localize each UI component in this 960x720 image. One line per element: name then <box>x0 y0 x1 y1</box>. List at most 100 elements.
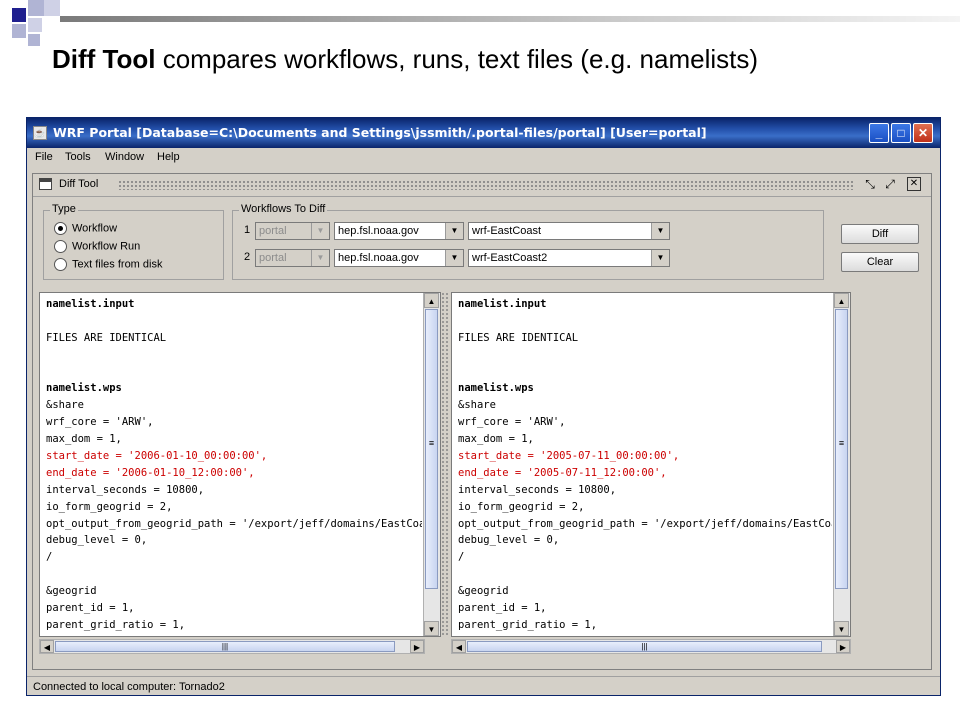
scroll-thumb[interactable]: ≡ <box>425 309 438 589</box>
code-line: &geogrid <box>46 585 97 598</box>
close-frame-icon[interactable]: ✕ <box>907 177 921 191</box>
code-line: i_parent_start = 1, <box>458 634 832 637</box>
radio-workflow-label: Workflow <box>72 222 118 235</box>
left-code-text[interactable]: namelist.input FILES ARE IDENTICAL namel… <box>46 296 422 637</box>
h-scroll-thumb[interactable]: ||| <box>55 641 395 652</box>
left-vertical-scrollbar[interactable]: ▲ ≡ ▼ <box>423 293 440 636</box>
scroll-down-icon[interactable]: ▼ <box>834 621 849 636</box>
status-text: Connected to local computer: Tornado2 <box>33 681 225 693</box>
database-value: portal <box>259 252 287 264</box>
code-line: end_date = '2005-07-11_12:00:00', <box>458 466 667 479</box>
radio-text-files-label: Text files from disk <box>72 258 163 271</box>
code-line: FILES ARE IDENTICAL <box>458 331 579 344</box>
row-number: 1 <box>244 224 251 236</box>
radio-workflow-run-label: Workflow Run <box>72 240 141 253</box>
menu-bar: File Tools Window Help <box>27 148 940 168</box>
app-window: ☕ WRF Portal [Database=C:\Documents and … <box>26 117 941 696</box>
host-combo-2[interactable]: hep.fsl.noaa.gov ▼ <box>334 249 464 267</box>
menu-tools[interactable]: Tools <box>65 151 91 163</box>
chevron-down-icon[interactable]: ▼ <box>651 250 669 266</box>
code-line: / <box>46 551 53 564</box>
radio-workflow-run[interactable]: Workflow Run <box>54 240 140 256</box>
diff-tool-titlebar[interactable]: Diff Tool ⤡ ⤢ ✕ <box>33 174 931 197</box>
chevron-down-icon[interactable]: ▼ <box>445 223 463 239</box>
scroll-down-icon[interactable]: ▼ <box>424 621 439 636</box>
code-line: namelist.input <box>46 298 135 310</box>
workflows-group-label: Workflows To Diff <box>239 203 328 215</box>
code-line: debug_level = 0, <box>46 534 148 547</box>
scroll-right-icon[interactable]: ▶ <box>836 640 850 653</box>
iconify-icon[interactable]: ⤡ <box>863 177 877 191</box>
radio-selected-icon[interactable] <box>54 222 67 235</box>
pane-splitter[interactable] <box>441 292 449 637</box>
host-combo-1[interactable]: hep.fsl.noaa.gov ▼ <box>334 222 464 240</box>
code-line: i_parent_start = 1, <box>46 634 422 637</box>
code-line: io_form_geogrid = 2, <box>46 500 173 513</box>
workflow-combo-1[interactable]: wrf-EastCoast ▼ <box>468 222 670 240</box>
h-scroll-thumb[interactable]: ||| <box>467 641 822 652</box>
code-line: parent_grid_ratio = 1, <box>46 618 186 631</box>
host-value: hep.fsl.noaa.gov <box>338 252 419 264</box>
code-line: end_date = '2006-01-10_12:00:00', <box>46 466 255 479</box>
scroll-left-icon[interactable]: ◀ <box>452 640 466 653</box>
code-line: parent_grid_ratio = 1, <box>458 618 598 631</box>
code-line: FILES ARE IDENTICAL <box>46 331 167 344</box>
app-icon[interactable]: ☕ <box>33 126 47 140</box>
radio-icon[interactable] <box>54 258 67 271</box>
right-diff-pane[interactable]: namelist.input FILES ARE IDENTICAL namel… <box>451 292 851 637</box>
slide-title-rest: compares workflows, runs, text files (e.… <box>155 44 759 74</box>
code-line: &geogrid <box>458 585 509 598</box>
chevron-down-icon: ▼ <box>311 223 329 239</box>
scroll-left-icon[interactable]: ◀ <box>40 640 54 653</box>
chevron-down-icon[interactable]: ▼ <box>651 223 669 239</box>
type-group-label: Type <box>50 203 78 215</box>
maximize-frame-icon[interactable]: ⤢ <box>883 177 897 191</box>
scroll-up-icon[interactable]: ▲ <box>834 293 849 308</box>
menu-help[interactable]: Help <box>157 151 180 163</box>
right-code-text[interactable]: namelist.input FILES ARE IDENTICAL namel… <box>458 296 832 637</box>
left-diff-pane[interactable]: namelist.input FILES ARE IDENTICAL namel… <box>39 292 441 637</box>
database-value: portal <box>259 225 287 237</box>
right-horizontal-scrollbar[interactable]: ◀ ||| ▶ <box>451 639 851 654</box>
menu-window[interactable]: Window <box>105 151 144 163</box>
code-line: namelist.wps <box>46 382 122 395</box>
code-line: parent_id = 1, <box>46 602 135 615</box>
code-line: wrf_core = 'ARW', <box>46 416 154 429</box>
chevron-down-icon: ▼ <box>311 250 329 266</box>
chevron-down-icon[interactable]: ▼ <box>445 250 463 266</box>
left-horizontal-scrollbar[interactable]: ◀ ||| ▶ <box>39 639 425 654</box>
slide-title-bold: Diff Tool <box>52 44 156 74</box>
workflow-combo-2[interactable]: wrf-EastCoast2 ▼ <box>468 249 670 267</box>
diff-tool-title: Diff Tool <box>59 178 99 190</box>
close-button[interactable]: ✕ <box>913 123 933 143</box>
window-titlebar[interactable]: ☕ WRF Portal [Database=C:\Documents and … <box>27 118 940 148</box>
deco-square <box>28 18 42 32</box>
maximize-button[interactable]: □ <box>891 123 911 143</box>
radio-text-files[interactable]: Text files from disk <box>54 258 162 274</box>
minimize-button[interactable]: _ <box>869 123 889 143</box>
right-vertical-scrollbar[interactable]: ▲ ≡ ▼ <box>833 293 850 636</box>
deco-square <box>12 24 26 38</box>
code-line: interval_seconds = 10800, <box>46 483 205 496</box>
radio-icon[interactable] <box>54 240 67 253</box>
scroll-up-icon[interactable]: ▲ <box>424 293 439 308</box>
row-number: 2 <box>244 251 251 263</box>
type-group: Type Workflow Workflow Run Text files fr… <box>43 203 224 280</box>
scroll-thumb[interactable]: ≡ <box>835 309 848 589</box>
radio-workflow[interactable]: Workflow <box>54 222 117 238</box>
deco-square <box>28 0 44 16</box>
frame-icon <box>39 178 52 190</box>
diff-button[interactable]: Diff <box>841 224 919 244</box>
title-rule <box>60 16 960 22</box>
menu-file[interactable]: File <box>35 151 53 163</box>
scroll-right-icon[interactable]: ▶ <box>410 640 424 653</box>
code-line: debug_level = 0, <box>458 534 560 547</box>
code-line: namelist.input <box>458 298 547 310</box>
clear-button[interactable]: Clear <box>841 252 919 272</box>
